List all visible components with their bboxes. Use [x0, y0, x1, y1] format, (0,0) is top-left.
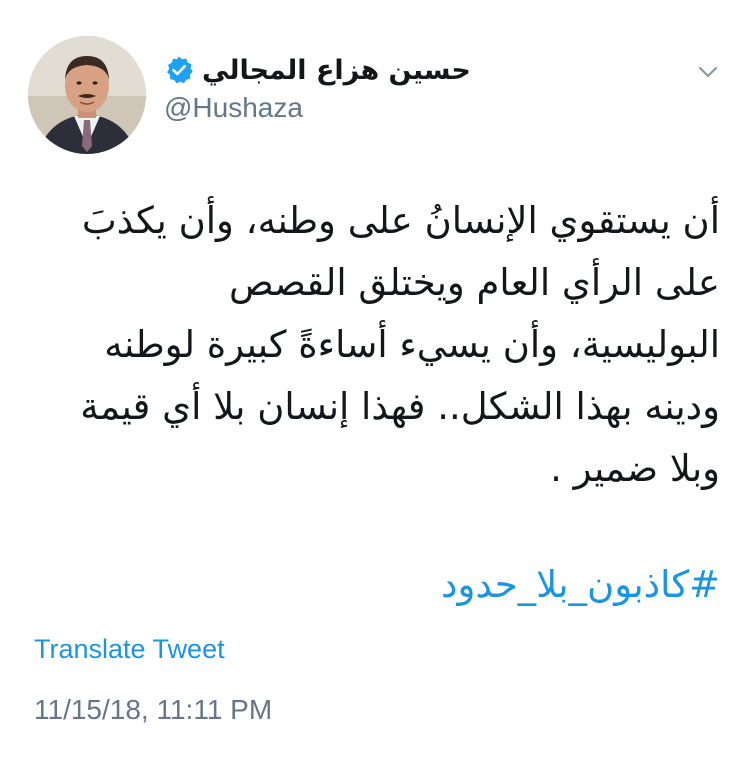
tweet-timestamp[interactable]: 11/15/18, 11:11 PM	[34, 694, 272, 726]
hashtag-link[interactable]: #كاذبون_بلا_حدود	[30, 560, 720, 610]
author-name[interactable]: حسين هزاع المجالي	[202, 55, 471, 86]
tweet-text-line: البوليسية، وأن يسيء أساءةً كبيرة لوطنه	[104, 323, 720, 366]
tweet-text: أن يستقوي الإنسانُ على وطنه، وأن يكذبَ ع…	[30, 190, 720, 500]
verified-badge-icon	[167, 56, 193, 84]
tweet-text-line: أن يستقوي الإنسانُ على وطنه، وأن يكذبَ	[81, 199, 720, 242]
chevron-down-icon[interactable]	[694, 58, 722, 86]
avatar[interactable]	[28, 36, 146, 154]
avatar-image	[28, 36, 146, 154]
tweet-text-line: ودينه بهذا الشكل.. فهذا إنسان بلا أي قيم…	[80, 385, 720, 428]
author-row[interactable]: حسين هزاع المجالي	[164, 50, 504, 90]
tweet-header: حسين هزاع المجالي @Hushaza	[0, 0, 750, 160]
translate-tweet-link[interactable]: Translate Tweet	[34, 634, 225, 665]
author-handle[interactable]: @Hushaza	[164, 92, 303, 124]
tweet-text-line: على الرأي العام ويختلق القصص	[228, 261, 720, 304]
tweet-text-line: وبلا ضمير .	[550, 447, 720, 490]
